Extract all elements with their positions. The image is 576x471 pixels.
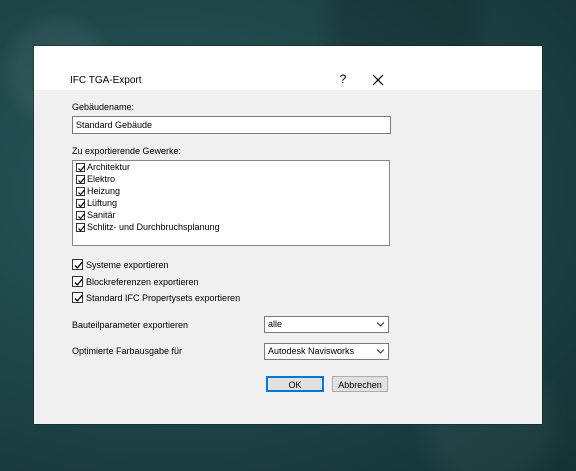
option-label: Standard IFC Propertysets exportieren <box>86 293 241 303</box>
list-item[interactable]: Heizung <box>76 186 120 197</box>
trade-label: Schlitz- und Durchbruchsplanung <box>87 222 220 232</box>
trades-label: Zu exportierende Gewerke: <box>72 146 182 156</box>
close-icon <box>372 74 384 86</box>
color-output-value: Autodesk Navisworks <box>268 346 355 356</box>
list-item[interactable]: Sanitär <box>76 210 116 221</box>
trade-checkbox-sanitaer[interactable] <box>76 211 86 220</box>
checkmark-icon <box>78 165 86 172</box>
title-bar: IFC TGA-Export ? <box>34 46 542 90</box>
trades-list[interactable]: Architektur Elektro Heizung Lüftung Sani… <box>72 160 390 246</box>
list-item[interactable]: Schlitz- und Durchbruchsplanung <box>76 222 220 233</box>
checkmark-icon <box>78 189 86 196</box>
ok-button[interactable]: OK <box>266 376 324 392</box>
cancel-button[interactable]: Abbrechen <box>332 376 388 392</box>
building-name-label: Gebäudename: <box>72 102 135 112</box>
trade-label: Sanitär <box>87 210 116 220</box>
option-systems[interactable]: Systeme exportieren <box>72 259 169 271</box>
chevron-down-icon <box>376 349 385 354</box>
color-output-select[interactable]: Autodesk Navisworks <box>264 343 389 360</box>
list-item[interactable]: Architektur <box>76 162 130 173</box>
trade-checkbox-lueftung[interactable] <box>76 199 86 208</box>
trade-label: Heizung <box>87 186 121 196</box>
systems-checkbox[interactable] <box>72 259 83 270</box>
component-params-value: alle <box>268 319 283 329</box>
checkmark-icon <box>74 278 83 286</box>
checkmark-icon <box>78 213 86 220</box>
trade-label: Lüftung <box>87 198 118 208</box>
trade-label: Elektro <box>87 174 116 184</box>
component-params-select[interactable]: alle <box>264 316 389 333</box>
checkmark-icon <box>74 294 83 302</box>
checkmark-icon <box>74 261 83 269</box>
help-button[interactable]: ? <box>336 72 350 86</box>
list-item[interactable]: Elektro <box>76 174 115 185</box>
checkmark-icon <box>78 177 86 184</box>
trade-checkbox-elektro[interactable] <box>76 175 86 184</box>
building-name-input[interactable]: Standard Gebäude <box>72 116 391 134</box>
trade-label: Architektur <box>87 162 131 172</box>
option-block-references[interactable]: Blockreferenzen exportieren <box>72 276 199 288</box>
trade-checkbox-schlitz[interactable] <box>76 223 86 232</box>
chevron-down-icon <box>376 322 385 327</box>
ifc-export-dialog: IFC TGA-Export ? Gebäudename: Standard G… <box>34 46 542 424</box>
trade-checkbox-architektur[interactable] <box>76 163 86 172</box>
checkmark-icon <box>78 201 86 208</box>
list-item[interactable]: Lüftung <box>76 198 117 209</box>
propertysets-checkbox[interactable] <box>72 292 83 303</box>
option-propertysets[interactable]: Standard IFC Propertysets exportieren <box>72 292 240 304</box>
option-label: Blockreferenzen exportieren <box>86 277 199 287</box>
close-button[interactable] <box>370 72 386 88</box>
trade-checkbox-heizung[interactable] <box>76 187 86 196</box>
block-references-checkbox[interactable] <box>72 276 83 287</box>
checkmark-icon <box>78 225 86 232</box>
component-params-label: Bauteilparameter exportieren <box>72 320 189 330</box>
dialog-title: IFC TGA-Export <box>70 75 142 86</box>
color-output-label: Optimierte Farbausgabe für <box>72 346 183 356</box>
option-label: Systeme exportieren <box>86 260 169 270</box>
